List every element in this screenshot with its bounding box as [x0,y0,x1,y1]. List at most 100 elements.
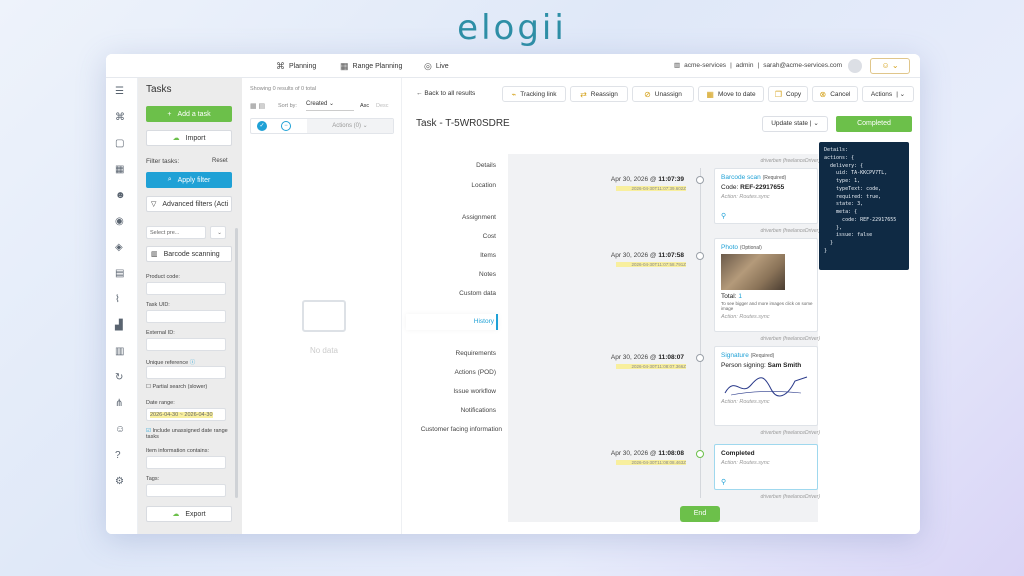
move-to-date-button[interactable]: ▦ Move to date [698,86,764,102]
export-button[interactable]: ☁ Export [146,506,232,522]
unique-reference-input[interactable] [146,366,226,379]
product-code-input[interactable] [146,282,226,295]
cancel-button[interactable]: ⊗ Cancel [812,86,858,102]
truck-icon[interactable]: ▟ [115,320,123,331]
event-value: Person signing: Sam Smith [721,362,817,369]
section-custom-data[interactable]: Custom data [406,290,496,297]
asc-toggle[interactable]: Asc [360,103,369,109]
calendar-icon[interactable]: ▦ [115,164,124,175]
section-items[interactable]: Items [406,252,496,259]
section-customer-facing[interactable]: Customer facing information [402,426,502,433]
account-name: acme-services [684,61,727,69]
section-location[interactable]: Location [406,182,496,189]
apply-filter-button[interactable]: ⌕ Apply filter [146,172,232,188]
empty-folder-icon [302,300,346,332]
event-card-photo[interactable]: Photo (Optional) Total: 1 To see bigger … [714,238,818,332]
event-value-text: Sam Smith [767,362,802,369]
section-history[interactable]: History [406,314,498,330]
date-range-label: Date range: [146,400,175,406]
item-info-input[interactable] [146,456,226,469]
top-bar: ⌘ Planning ▦ Range Planning ◎ Live ▥ acme-s… [106,54,920,78]
sync-icon[interactable]: ↻ [115,372,123,383]
event-date: Apr 30, 2026 @ 11:08:08 [584,450,684,457]
tag-icon[interactable]: ◈ [115,242,123,253]
event-card-barcode[interactable]: Barcode scan (Required) Code: REF-229176… [714,168,818,224]
tags-input[interactable] [146,484,226,497]
nav-range-planning[interactable]: ▦ Range Planning [340,61,402,72]
end-button[interactable]: End [680,506,720,522]
include-unassigned-checkbox[interactable]: ☑ Include unassigned date range tasks [146,428,230,440]
store-icon[interactable]: ▤ [115,268,124,279]
copy-label: Copy [785,90,802,98]
barcode-scanning-button[interactable]: ▥ Barcode scanning [146,246,232,262]
event-card-completed[interactable]: Completed Action: Routes.sync ⚲ [714,444,818,490]
chevron-down-icon: | ⌄ [809,120,819,127]
network-icon[interactable]: ⋔ [115,398,123,409]
theme-toggle[interactable] [848,59,862,73]
photo-thumbnail[interactable] [721,254,785,290]
tracking-link-label: Tracking link [520,90,557,98]
update-state-dropdown[interactable]: Update state | ⌄ [762,116,828,132]
desc-toggle[interactable]: Desc [376,103,389,109]
task-uid-input[interactable] [146,310,226,323]
task-list: Showing 0 results of 0 total ▦ ▤ Sort by… [242,78,402,534]
unassign-button[interactable]: ⊘ Unassign [632,86,694,102]
date-range-input[interactable]: 2026-04-30 ~ 2026-04-30 [146,408,226,421]
location-pin-icon[interactable]: ⚲ [721,212,726,220]
help-icon[interactable]: ? [115,450,121,461]
select-all-icon[interactable]: ✓ [257,121,267,131]
import-button[interactable]: ☁ Import [146,130,232,146]
actions-dropdown[interactable]: Actions | ⌄ [862,86,914,102]
timeline-dot [696,450,704,458]
users-icon[interactable]: ☻ [115,190,126,201]
chart-icon[interactable]: ⌇ [115,294,120,305]
section-assignment[interactable]: Assignment [406,214,496,221]
event-timestamp: 2026-04-30T11:08:08.463Z [616,460,686,465]
nav-planning[interactable]: ⌘ Planning [276,61,316,72]
copy-button[interactable]: ❐ Copy [768,86,808,102]
section-notes[interactable]: Notes [406,271,496,278]
event-card-signature[interactable]: Signature (Required) Person signing: Sam… [714,346,818,426]
no-data-text: No data [309,346,339,355]
partial-search-checkbox[interactable]: ☐ Partial search (slower) [146,384,207,390]
gear-icon[interactable]: ⚙ [115,476,124,487]
reset-link[interactable]: Reset [212,158,228,164]
event-author: driverben (freelanceDriver) [760,158,820,164]
menu-icon[interactable]: ☰ [115,86,124,97]
advanced-filters-button[interactable]: ▽ Advanced filters (Acti [146,196,232,212]
tasks-sidebar: Tasks + Add a task ☁ Import Filter tasks: … [138,78,242,534]
section-cost[interactable]: Cost [406,233,496,240]
user-menu-button[interactable]: ☺ ⌄ [870,58,910,74]
brand-logo: elogii [457,8,567,48]
deselect-icon[interactable]: − [281,121,291,131]
back-link[interactable]: ← Back to all results [416,90,475,97]
box-icon[interactable]: ▢ [115,138,124,149]
building-icon: ▥ [674,62,681,69]
document-icon[interactable]: ▥ [115,346,124,357]
advanced-filters-label: Advanced filters (Acti [162,200,229,208]
apply-filter-label: Apply filter [177,176,211,184]
section-actions-pod[interactable]: Actions (POD) [406,369,496,376]
timeline-dot [696,252,704,260]
section-requirements[interactable]: Requirements [406,350,496,357]
section-details[interactable]: Details [406,162,496,169]
preset-dropdown-icon[interactable]: ⌄ [210,226,226,239]
team-icon[interactable]: ☺ [115,424,125,435]
section-issue-workflow[interactable]: Issue workflow [406,388,496,395]
status-badge[interactable]: Completed [836,116,912,132]
add-task-button[interactable]: + Add a task [146,106,232,122]
grid-view-icon[interactable]: ▦ ▤ [250,102,265,110]
nav-live[interactable]: ◎ Live [424,61,449,72]
reassign-button[interactable]: ⇄ Reassign [570,86,628,102]
location-pin-icon[interactable]: ⚲ [721,478,726,486]
workflow-icon[interactable]: ⌘ [115,112,125,123]
event-timestamp: 2026-04-30T11:07:39.602Z [616,186,686,191]
location-icon[interactable]: ◉ [115,216,124,227]
sidebar-scrollbar[interactable] [235,228,238,498]
section-notifications[interactable]: Notifications [406,407,496,414]
sort-select[interactable]: Created ⌄ [306,100,354,111]
external-id-input[interactable] [146,338,226,351]
bulk-actions-dropdown[interactable]: Actions (0) ⌄ [307,119,393,133]
preset-select[interactable]: Select pre... [146,226,206,239]
tracking-link-button[interactable]: ⌁ Tracking link [502,86,566,102]
